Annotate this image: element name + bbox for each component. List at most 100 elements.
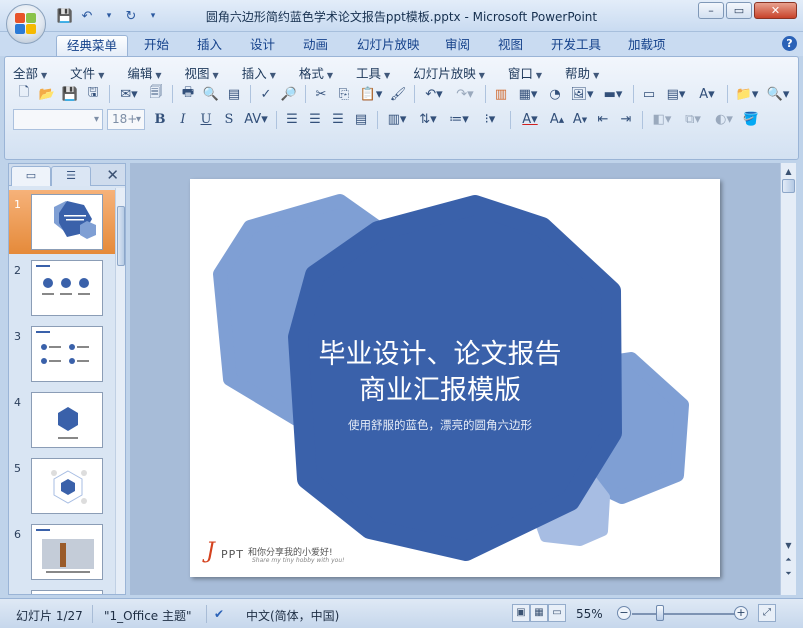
copy-icon[interactable]: ⎘: [333, 84, 355, 104]
align-left-icon[interactable]: ☰: [281, 110, 303, 130]
research-icon[interactable]: 🗐: [145, 84, 167, 104]
close-button[interactable]: ✕: [754, 2, 797, 19]
tab-design[interactable]: 设计: [240, 35, 285, 57]
slide-thumbnail[interactable]: 5: [9, 454, 115, 518]
tab-slideshow[interactable]: 幻灯片放映: [347, 35, 430, 57]
close-icon[interactable]: ✕: [106, 166, 119, 184]
slides-panel-scrollbar[interactable]: [115, 188, 125, 594]
scroll-down-icon[interactable]: ▼: [782, 539, 795, 552]
tab-outline-icon[interactable]: ☰: [51, 166, 91, 186]
scroll-up-icon[interactable]: ▲: [782, 165, 795, 178]
decrease-indent-icon[interactable]: ⇤: [592, 110, 614, 130]
print-preview-icon[interactable]: 🔍: [200, 84, 222, 104]
maximize-button[interactable]: ▭: [726, 2, 752, 19]
quick-styles-icon[interactable]: ◐▾: [709, 110, 739, 130]
find-icon[interactable]: 🔍▾: [763, 84, 793, 104]
align-center-icon[interactable]: ☰: [304, 110, 326, 130]
menu-help[interactable]: 帮助 ▼: [565, 63, 599, 82]
menu-view[interactable]: 视图 ▼: [185, 63, 219, 82]
zoom-out-icon[interactable]: −: [617, 606, 631, 620]
columns-icon[interactable]: ▥▾: [382, 110, 412, 130]
clipart-icon[interactable]: ◔: [544, 84, 566, 104]
align-right-icon[interactable]: ☰: [327, 110, 349, 130]
undo-icon[interactable]: ↶▾: [419, 84, 449, 104]
open-folder-dropdown-icon[interactable]: 📁▾: [732, 84, 762, 104]
cut-icon[interactable]: ✂: [310, 84, 332, 104]
scroll-thumb[interactable]: [782, 179, 795, 193]
slide-thumbnail[interactable]: 3: [9, 322, 115, 386]
increase-font-icon[interactable]: A ▲: [546, 110, 568, 130]
redo-icon[interactable]: ↷▾: [450, 84, 480, 104]
fill-icon[interactable]: 🪣: [740, 110, 762, 130]
current-slide[interactable]: 毕业设计、论文报告 商业汇报模版 使用舒服的蓝色，漂亮的圆角六边形 J PPT …: [190, 179, 720, 577]
zoom-level[interactable]: 55%: [576, 607, 603, 621]
zoom-slider-thumb[interactable]: [655, 605, 664, 621]
tab-slides-icon[interactable]: ▭: [11, 166, 51, 186]
bold-icon[interactable]: B: [149, 110, 171, 130]
decrease-font-icon[interactable]: A ▼: [569, 110, 591, 130]
tab-classic-menu[interactable]: 经典菜单: [56, 35, 129, 57]
new-document-icon[interactable]: 🗋: [13, 84, 35, 104]
slide-thumbnail[interactable]: 7: [9, 586, 115, 594]
insert-picture-icon[interactable]: 🖼▾: [567, 84, 597, 104]
tab-review[interactable]: 审阅: [435, 35, 480, 57]
fit-to-window-icon[interactable]: ⤢: [758, 604, 776, 622]
tab-addins[interactable]: 加载项: [618, 35, 676, 57]
slide-sorter-icon[interactable]: ▦: [530, 604, 548, 622]
main-vertical-scrollbar[interactable]: ▲ ▼ ⏶ ⏷: [780, 163, 796, 595]
menu-format[interactable]: 格式 ▼: [299, 63, 333, 82]
font-size-combo[interactable]: 18+: [107, 109, 145, 130]
insert-chart-icon[interactable]: ▥: [490, 84, 512, 104]
minimize-button[interactable]: –: [698, 2, 724, 19]
font-name-combo[interactable]: [13, 109, 103, 130]
slide-thumbnail[interactable]: 2: [9, 256, 115, 320]
permission-icon[interactable]: 🖫: [82, 84, 104, 104]
spelling-icon[interactable]: ✓: [255, 84, 277, 104]
font-color-icon[interactable]: A▾: [515, 110, 545, 130]
tab-animation[interactable]: 动画: [293, 35, 338, 57]
email-icon[interactable]: ✉▾: [114, 84, 144, 104]
arrange-icon[interactable]: ⧉▾: [678, 110, 708, 130]
shadow-icon[interactable]: S: [218, 110, 240, 130]
slide-thumbnail[interactable]: 1: [9, 190, 115, 254]
thesaurus-icon[interactable]: 🔎: [278, 84, 300, 104]
layout-icon[interactable]: ▤▾: [661, 84, 691, 104]
menu-all[interactable]: 全部 ▼: [13, 63, 47, 82]
shapes-icon[interactable]: ◧▾: [647, 110, 677, 130]
insert-table-icon[interactable]: ▦▾: [513, 84, 543, 104]
italic-icon[interactable]: I: [172, 110, 194, 130]
office-button[interactable]: [6, 4, 46, 44]
normal-view-icon[interactable]: ▣: [512, 604, 530, 622]
menu-edit[interactable]: 编辑 ▼: [127, 63, 161, 82]
zoom-slider[interactable]: [632, 613, 742, 615]
zoom-in-icon[interactable]: +: [734, 606, 748, 620]
underline-icon[interactable]: U: [195, 110, 217, 130]
tab-view[interactable]: 视图: [488, 35, 533, 57]
save-icon[interactable]: 💾: [59, 84, 81, 104]
page-setup-icon[interactable]: ▤: [223, 84, 245, 104]
tab-insert[interactable]: 插入: [187, 35, 232, 57]
color-grayscale-icon[interactable]: ▬▾: [598, 84, 628, 104]
slide-thumbnail[interactable]: 4: [9, 388, 115, 452]
tab-home[interactable]: 开始: [134, 35, 179, 57]
help-icon[interactable]: ?: [782, 36, 797, 51]
justify-icon[interactable]: ▤: [350, 110, 372, 130]
increase-indent-icon[interactable]: ⇥: [615, 110, 637, 130]
menu-tools[interactable]: 工具 ▼: [356, 63, 390, 82]
text-direction-icon[interactable]: ⇅▾: [413, 110, 443, 130]
menu-file[interactable]: 文件 ▼: [70, 63, 104, 82]
next-slide-icon[interactable]: ⏷: [782, 567, 795, 580]
theme-name[interactable]: "1_Office 主题": [104, 607, 192, 624]
language-indicator[interactable]: 中文(简体，中国): [246, 607, 339, 624]
slide-subtitle[interactable]: 使用舒服的蓝色，漂亮的圆角六边形: [300, 417, 580, 433]
menu-slideshow[interactable]: 幻灯片放映 ▼: [413, 63, 485, 82]
textbox-icon[interactable]: A▾: [692, 84, 722, 104]
slide-thumbnail[interactable]: 6: [9, 520, 115, 584]
char-spacing-icon[interactable]: AV▾: [241, 110, 271, 130]
print-icon[interactable]: 🖶: [177, 84, 199, 104]
open-folder-icon[interactable]: 📂: [36, 84, 58, 104]
slideshow-view-icon[interactable]: ▭: [548, 604, 566, 622]
menu-insert[interactable]: 插入 ▼: [242, 63, 276, 82]
format-painter-icon[interactable]: 🖌: [387, 84, 409, 104]
numbering-icon[interactable]: ≔▾: [444, 110, 474, 130]
